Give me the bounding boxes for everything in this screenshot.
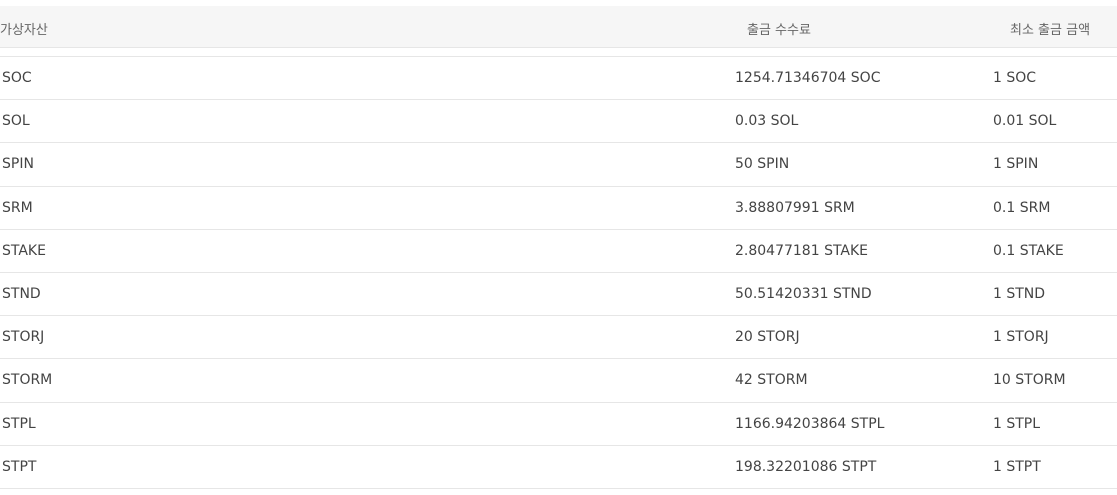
cell-withdrawal-fee: 42 STORM [735,372,808,389]
cell-asset: STAKE [2,242,46,259]
cell-asset: STPT [2,458,37,475]
cell-asset: SOL [2,113,30,130]
cell-min-withdrawal: 0.01 SOL [993,113,1057,130]
cell-min-withdrawal: 1 SOC [993,70,1037,86]
table-row: SOL 0.03 SOL 0.01 SOL [0,100,1117,144]
table-row: STPT 198.32201086 STPT 1 STPT [0,446,1117,489]
column-header-withdrawal-fee: 출금 수수료 [747,23,811,38]
cell-withdrawal-fee: 1254.71346704 SOC [735,70,881,86]
cell-withdrawal-fee: 50 SPIN [735,156,790,173]
cell-withdrawal-fee: 1166.94203864 STPL [735,415,885,432]
cell-asset: STORM [2,372,53,389]
column-header-asset: 가상자산 [0,23,48,38]
cell-withdrawal-fee: 198.32201086 STPT [735,458,877,475]
cell-asset: STPL [2,415,36,432]
cell-withdrawal-fee: 2.80477181 STAKE [735,242,869,259]
table-row: STAKE 2.80477181 STAKE 0.1 STAKE [0,230,1117,273]
cell-asset: STORJ [2,329,45,346]
cell-min-withdrawal: 1 STND [993,285,1046,302]
cell-asset: STND [2,285,41,302]
cell-min-withdrawal: 0.1 SRM [993,199,1051,216]
column-header-min-withdrawal: 최소 출금 금액 [1010,23,1091,38]
cell-asset: SRM [2,199,33,216]
cell-withdrawal-fee: 50.51420331 STND [735,285,872,302]
table-row: STORJ 20 STORJ 1 STORJ [0,316,1117,360]
cell-asset: SOC [2,70,32,86]
withdrawal-fee-table: 가상자산 출금 수수료 최소 출금 금액 SOC 1254.71346704 SO… [0,0,1117,495]
table-row: STND 50.51420331 STND 1 STND [0,273,1117,317]
cell-min-withdrawal: 10 STORM [993,372,1066,389]
table-header: 가상자산 출금 수수료 최소 출금 금액 [0,6,1117,48]
table-row: SPIN 50 SPIN 1 SPIN [0,143,1117,187]
cell-withdrawal-fee: 3.88807991 SRM [735,199,855,216]
cell-withdrawal-fee: 0.03 SOL [735,113,799,130]
cell-min-withdrawal: 0.1 STAKE [993,242,1064,259]
cell-min-withdrawal: 1 SPIN [993,156,1039,173]
table-row: STPL 1166.94203864 STPL 1 STPL [0,403,1117,446]
cell-min-withdrawal: 1 STORJ [993,329,1049,346]
cell-min-withdrawal: 1 STPT [993,458,1041,475]
table-body: SOC 1254.71346704 SOC 1 SOC SOL 0.03 SOL 0.01… [0,57,1117,489]
cell-withdrawal-fee: 20 STORJ [735,329,800,346]
cell-min-withdrawal: 1 STPL [993,415,1041,432]
table-row: SRM 3.88807991 SRM 0.1 SRM [0,187,1117,230]
table-row: SOC 1254.71346704 SOC 1 SOC [0,57,1117,101]
table-row: STORM 42 STORM 10 STORM [0,359,1117,403]
cell-asset: SPIN [2,156,34,173]
